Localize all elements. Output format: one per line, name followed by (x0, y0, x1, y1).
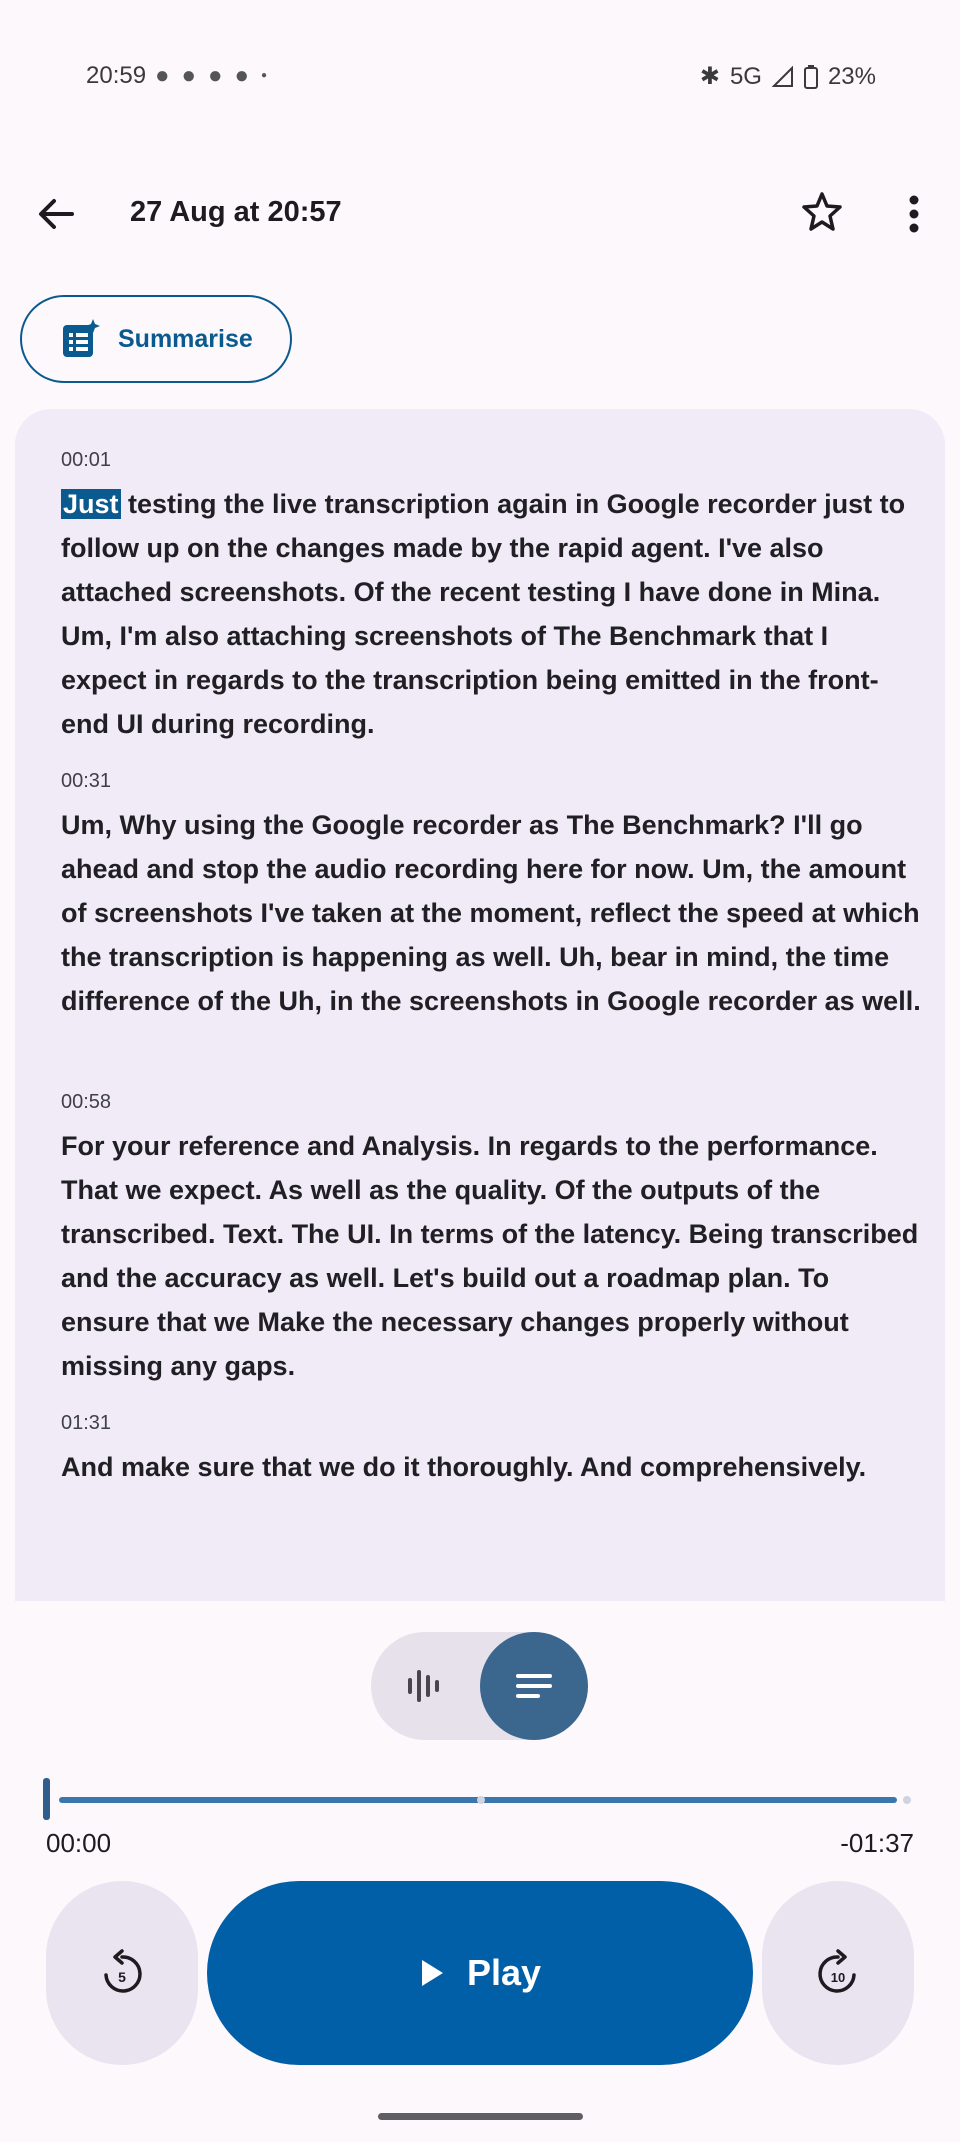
segment-text: Just testing the live transcription agai… (61, 482, 921, 746)
transcript-segment[interactable]: 00:01 Just testing the live transcriptio… (61, 449, 921, 746)
bluetooth-icon: ✱ (699, 63, 720, 90)
message-icon: ● (181, 62, 197, 89)
top-app-bar: 27 Aug at 20:57 (0, 170, 960, 260)
transcript-segment[interactable]: 00:58 For your reference and Analysis. I… (61, 1091, 921, 1388)
battery-icon (803, 64, 818, 89)
segment-text: For your reference and Analysis. In rega… (61, 1131, 919, 1381)
play-icon (421, 1960, 443, 1986)
transcript-segment[interactable]: 00:31 Um, Why using the Google recorder … (61, 770, 921, 1023)
replay-5-icon: 5 (104, 1949, 142, 1993)
seek-thumb[interactable] (43, 1778, 50, 1820)
play-label: Play (466, 1952, 542, 1993)
highlighted-word: Just (61, 489, 121, 519)
forward-10-button[interactable]: 10 (762, 1881, 914, 2065)
svg-text:10: 10 (831, 1970, 845, 1985)
view-toggle (371, 1632, 588, 1740)
summarise-button[interactable]: Summarise (20, 295, 292, 383)
waveform-view-button[interactable] (399, 1662, 447, 1710)
segment-timestamp: 01:31 (61, 1412, 112, 1434)
back-button[interactable] (32, 190, 80, 238)
snapchat-icon: ● (155, 62, 170, 89)
notification-icons: ● ● ● ● ● (155, 62, 267, 90)
seek-end-marker (903, 1796, 911, 1804)
seek-bar[interactable] (43, 1778, 915, 1820)
summarise-label: Summarise (118, 324, 253, 353)
home-indicator[interactable] (378, 2113, 583, 2120)
segment-timestamp: 00:31 (61, 770, 112, 792)
segment-timestamp: 00:01 (61, 449, 112, 471)
favorite-button[interactable] (800, 190, 844, 234)
elapsed-time: 00:00 (46, 1828, 112, 1858)
segment-text: And make sure that we do it thoroughly. … (61, 1452, 867, 1482)
page-title: 27 Aug at 20:57 (130, 196, 342, 228)
forward-10-icon: 10 (818, 1949, 856, 1993)
status-time: 20:59 (86, 62, 147, 89)
transcript-view-button[interactable] (480, 1632, 588, 1740)
transcript-card[interactable]: 00:01 Just testing the live transcriptio… (15, 409, 945, 1601)
play-button[interactable]: Play (207, 1881, 753, 2065)
network-label: 5G (729, 62, 762, 90)
segment-timestamp: 00:58 (61, 1091, 112, 1113)
snapchat-icon: ● (208, 62, 223, 89)
snapchat-icon: ● (234, 62, 250, 89)
more-options-button[interactable] (900, 190, 928, 238)
seek-track-segment (489, 1797, 897, 1803)
seek-marker (477, 1796, 485, 1804)
remaining-time: -01:37 (840, 1828, 914, 1858)
svg-text:5: 5 (118, 1969, 126, 1985)
transcript-lines-icon (516, 1674, 552, 1698)
battery-percent: 23% (827, 62, 876, 90)
status-right: ✱ 5G 23% (700, 62, 876, 91)
seek-track-segment (59, 1797, 519, 1803)
star-outline-icon (802, 192, 842, 231)
summarise-icon (63, 319, 100, 357)
segment-text: Um, Why using the Google recorder as The… (61, 810, 921, 1016)
status-bar: 20:59 ● ● ● ● ● ✱ 5G 23% (0, 0, 960, 150)
dot-icon: ● (261, 70, 268, 81)
waveform-icon (408, 1670, 439, 1702)
more-vert-icon (909, 195, 919, 233)
transcript-segment[interactable]: 01:31 And make sure that we do it thorou… (61, 1412, 921, 1489)
rewind-5-button[interactable]: 5 (46, 1881, 198, 2065)
segment-text-body: testing the live transcription again in … (61, 489, 906, 739)
arrow-back-icon (39, 199, 74, 229)
signal-icon (771, 65, 793, 87)
